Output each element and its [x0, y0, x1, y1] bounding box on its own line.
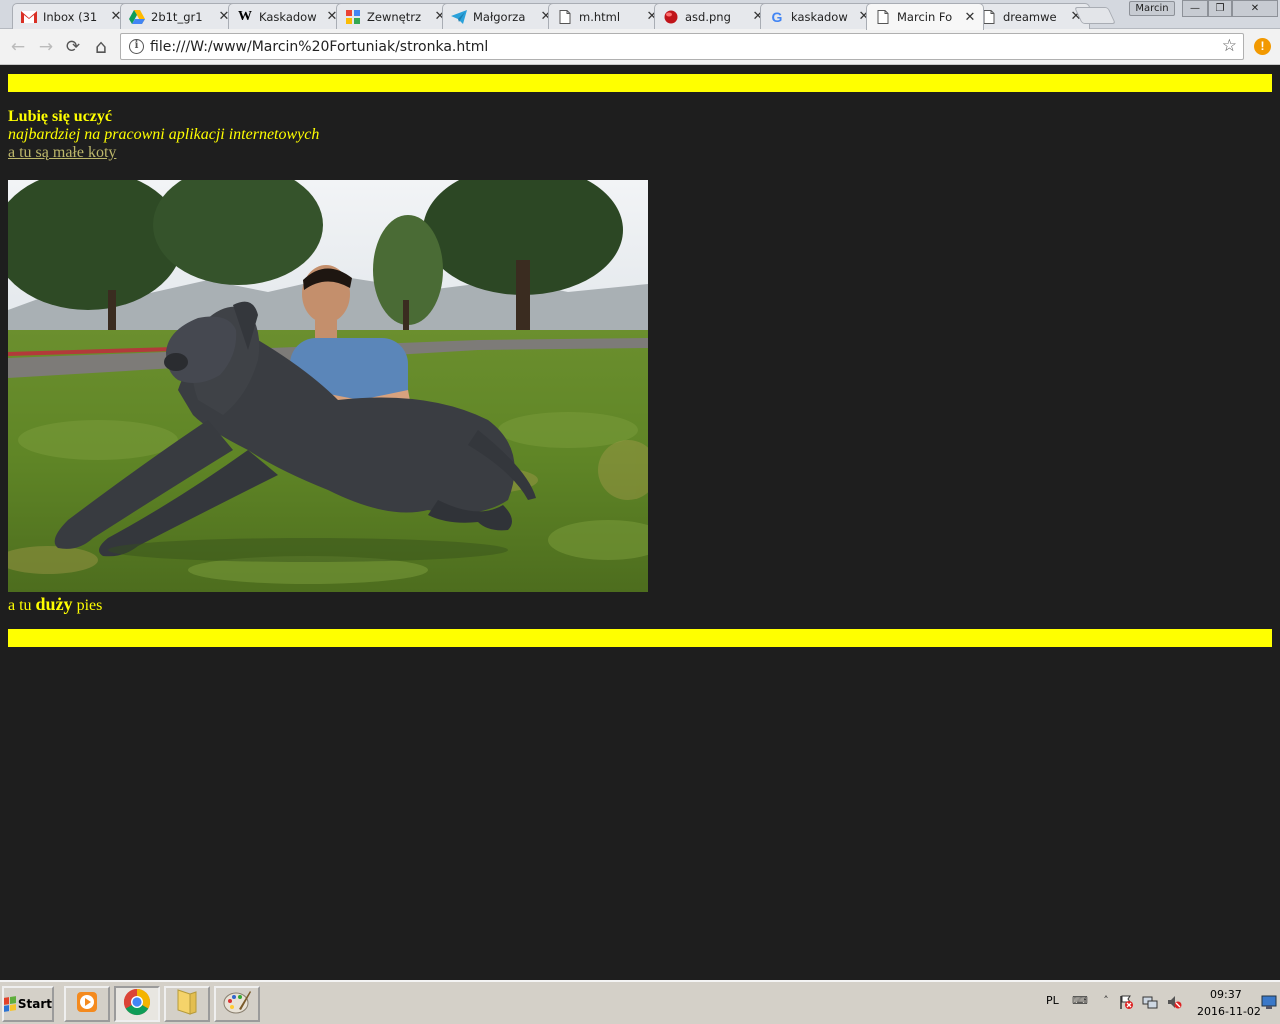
network-icon[interactable] [1142, 994, 1158, 1010]
caption-bold-word: duży [35, 594, 73, 614]
google-icon: G [771, 8, 783, 25]
gmail-icon [21, 9, 37, 25]
chrome-icon [123, 988, 151, 1021]
clock-date[interactable]: 2016-11-02 [1197, 1005, 1261, 1018]
start-label: Start [17, 997, 52, 1011]
file-icon [557, 9, 573, 25]
new-tab-button[interactable] [1074, 7, 1116, 24]
taskbar-chrome[interactable] [114, 986, 160, 1022]
taskbar-explorer[interactable] [164, 986, 210, 1022]
close-icon[interactable]: ✕ [963, 10, 977, 25]
url-text[interactable]: file:///W:/www/Marcin%20Fortuniak/stronk… [150, 39, 488, 55]
caption-suffix: pies [72, 597, 103, 614]
google-apps-icon [345, 9, 361, 25]
address-bar[interactable]: i file:///W:/www/Marcin%20Fortuniak/stro… [120, 33, 1244, 60]
tab-wikipedia[interactable]: W Kaskadow ✕ [228, 3, 346, 29]
tab-telegram[interactable]: Małgorza ✕ [442, 3, 560, 29]
dog-photo [8, 180, 648, 592]
tab-title: Małgorza [473, 9, 526, 24]
caption-prefix: a tu [8, 597, 36, 614]
tab-title: kaskadow [791, 9, 848, 24]
profile-button[interactable]: Marcin [1129, 1, 1175, 16]
paint-icon [223, 989, 251, 1020]
language-indicator[interactable]: PL [1046, 994, 1059, 1007]
tab-inbox[interactable]: Inbox (31 ✕ [12, 3, 130, 29]
tab-title: Marcin Fo [897, 10, 953, 24]
tab-title: Kaskadow [259, 9, 317, 24]
tab-title: m.html [579, 9, 621, 24]
info-icon[interactable]: i [129, 39, 144, 54]
file-icon [875, 9, 891, 25]
show-desktop-icon[interactable] [1261, 994, 1277, 1010]
restore-button[interactable]: ❐ [1208, 0, 1232, 17]
tab-title: Zewnętrz [367, 9, 421, 24]
tab-google-apps[interactable]: Zewnętrz ✕ [336, 3, 454, 29]
show-hidden-icons-chevron-icon[interactable]: ˄ [1098, 994, 1114, 1010]
taskbar-paint[interactable] [214, 986, 260, 1022]
tab-m-html[interactable]: m.html ✕ [548, 3, 666, 29]
wikipedia-icon: W [238, 8, 252, 24]
tab-strip: Inbox (31 ✕ 2b1t_gr1 ✕ W Kaskadow ✕ Zewn… [0, 0, 1280, 30]
tab-asd-png[interactable]: asd.png ✕ [654, 3, 772, 29]
kittens-link[interactable]: a tu są małe koty [8, 144, 116, 162]
tab-drive[interactable]: 2b1t_gr1 ✕ [120, 3, 238, 29]
bottom-yellow-bar [8, 629, 1272, 647]
top-yellow-bar [8, 74, 1272, 92]
tab-title: dreamwe [1003, 9, 1057, 24]
folder-icon [176, 988, 198, 1021]
back-button[interactable]: ← [8, 37, 28, 57]
bookmark-star-icon[interactable]: ☆ [1222, 36, 1237, 56]
action-center-flag-icon[interactable] [1118, 994, 1134, 1010]
tab-dreamweaver[interactable]: dreamwe ✕ [972, 3, 1090, 29]
taskbar-media-player[interactable] [64, 986, 110, 1022]
telegram-icon [451, 9, 467, 25]
browser-toolbar: ← → ⟳ ⌂ i file:///W:/www/Marcin%20Fortun… [0, 29, 1280, 65]
page-heading: Lubię się uczyć [8, 108, 112, 125]
photo-caption: a tu duży pies [8, 594, 102, 615]
windows-taskbar: Start [0, 980, 1280, 1024]
close-window-button[interactable]: ✕ [1232, 0, 1278, 17]
minimize-button[interactable]: — [1182, 0, 1208, 17]
windows-flag-icon [4, 996, 16, 1012]
tab-google-search[interactable]: G kaskadow ✕ [760, 3, 878, 29]
forward-button[interactable]: → [36, 37, 56, 57]
reload-button[interactable]: ⟳ [63, 37, 83, 57]
media-player-icon [75, 990, 99, 1019]
google-drive-icon [129, 9, 145, 25]
page-subtitle: najbardziej na pracowni aplikacji intern… [8, 126, 320, 143]
keyboard-icon[interactable]: ⌨ [1072, 994, 1088, 1010]
tab-title: asd.png [685, 9, 731, 24]
tab-marcin-active[interactable]: Marcin Fo ✕ [866, 3, 984, 30]
start-button[interactable]: Start [2, 986, 54, 1022]
warning-icon[interactable]: ! [1254, 38, 1271, 55]
home-button[interactable]: ⌂ [91, 37, 111, 57]
tab-title: 2b1t_gr1 [151, 9, 203, 24]
tab-title: Inbox (31 [43, 9, 98, 24]
page-content: Lubię się uczyć najbardziej na pracowni … [0, 66, 1280, 980]
red-ball-icon [663, 9, 679, 25]
volume-muted-icon[interactable] [1166, 994, 1182, 1010]
clock-time[interactable]: 09:37 [1210, 988, 1242, 1001]
